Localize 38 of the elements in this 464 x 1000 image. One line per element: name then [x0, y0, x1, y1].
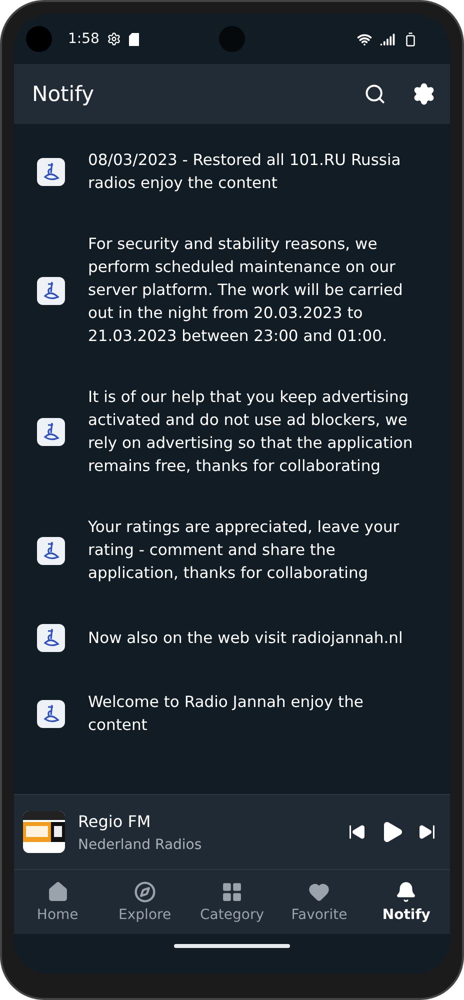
station-name: Regio FM	[78, 812, 152, 830]
gesture-handle[interactable]	[174, 944, 290, 948]
notification-text: Your ratings are appreciated, leave your rating - comment and share the application, thanks for collaborating	[88, 517, 400, 584]
notification-text: 08/03/2023 - Restored all 101.RU Russia radios enjoy the content	[88, 150, 402, 194]
notification-icon	[36, 536, 66, 566]
wifi-icon	[357, 32, 372, 46]
camera-cutout	[26, 26, 52, 52]
heart-icon	[308, 881, 330, 903]
front-camera	[219, 26, 245, 52]
nav-tab[interactable]: Favorite	[276, 870, 363, 934]
previous-button[interactable]	[348, 823, 366, 841]
bell-icon	[395, 881, 418, 903]
notification-icon	[36, 276, 66, 306]
settings-icon[interactable]	[412, 82, 436, 106]
next-button[interactable]	[418, 823, 436, 841]
grid-icon	[221, 881, 243, 903]
search-icon[interactable]	[364, 83, 386, 105]
signal-icon	[380, 32, 395, 46]
nav-tab[interactable]: Category	[188, 870, 276, 934]
sd-card-icon	[129, 32, 140, 46]
notification-icon	[36, 699, 66, 729]
notification-icon	[36, 417, 66, 447]
notification-text: Welcome to Radio Jannah enjoy the content	[88, 692, 364, 736]
nav-tab[interactable]: Home	[14, 870, 102, 934]
nav-tab[interactable]: Explore	[101, 870, 188, 934]
station-subtitle: Nederland Radios	[78, 836, 203, 852]
status-time: 1:58	[68, 31, 100, 47]
notification-icon	[36, 157, 66, 187]
nav-tab[interactable]: Notify	[362, 870, 450, 934]
notification-text: It is of our help that you keep advertising activated and do not use ad blockers, we rely on advertising so that the application remains free, thanks for collaborating	[88, 387, 414, 477]
home-icon	[46, 881, 69, 903]
notification-text: For security and stability reasons, we perform scheduled maintenance on our server platform. The work will be carried out in the night from 20.03.2023 to 21.03.2023 between 23:00 and 01:00.	[88, 234, 404, 347]
compass-icon	[134, 881, 156, 903]
notification-text: Now also on the web visit radiojannah.nl	[88, 628, 404, 648]
app-title: Notify	[32, 82, 96, 106]
notification-icon	[36, 623, 66, 653]
gear-icon	[107, 32, 122, 46]
battery-icon	[403, 32, 418, 46]
